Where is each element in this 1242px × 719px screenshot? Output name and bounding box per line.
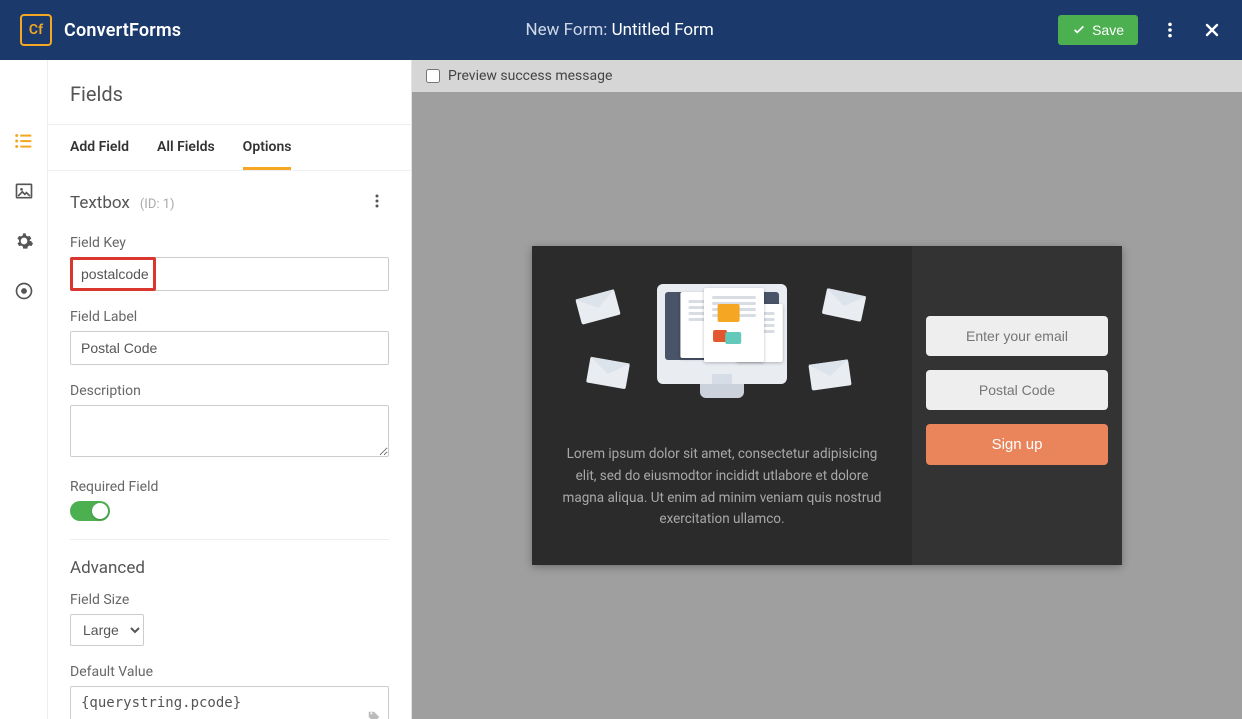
hero-illustration	[558, 274, 886, 424]
app-header: Cf ConvertForms New Form: Untitled Form …	[0, 0, 1242, 60]
sidebar-panel: Fields Add Field All Fields Options Text…	[48, 60, 412, 719]
main-layout: Fields Add Field All Fields Options Text…	[0, 60, 1242, 719]
panel-title: Fields	[48, 60, 411, 125]
close-icon[interactable]	[1202, 20, 1222, 40]
preview-email-input[interactable]	[926, 316, 1108, 356]
lorem-text: Lorem ipsum dolor sit amet, consectetur …	[558, 444, 886, 530]
advanced-section-title: Advanced	[70, 558, 389, 578]
kebab-menu-icon[interactable]	[1160, 20, 1180, 40]
card-right: Sign up	[912, 246, 1122, 564]
canvas-toolbar: Preview success message	[412, 60, 1242, 92]
block-menu-icon[interactable]	[365, 189, 389, 217]
canvas: Preview success message	[412, 60, 1242, 719]
envelope-icon	[822, 288, 867, 322]
preview-success-label: Preview success message	[448, 68, 612, 84]
field-size-label: Field Size	[70, 592, 389, 608]
nav-rail	[0, 60, 48, 719]
form-preview-card: Lorem ipsum dolor sit amet, consectetur …	[532, 246, 1122, 564]
tag-icon[interactable]	[367, 710, 381, 719]
envelope-icon	[808, 360, 851, 391]
field-label-label: Field Label	[70, 309, 389, 325]
field-key-input[interactable]	[70, 257, 389, 291]
rail-settings-icon[interactable]	[13, 230, 35, 252]
check-icon	[1072, 23, 1086, 37]
rail-submit-icon[interactable]	[13, 280, 35, 302]
field-size-select[interactable]: Large	[70, 614, 144, 646]
document-icon	[704, 288, 764, 362]
envelope-icon	[586, 357, 630, 390]
description-label: Description	[70, 383, 389, 399]
preview-success-checkbox[interactable]	[426, 69, 440, 83]
tab-all-fields[interactable]: All Fields	[157, 125, 215, 170]
panel-tabs: Add Field All Fields Options	[48, 125, 411, 171]
brand: Cf ConvertForms	[20, 14, 181, 46]
canvas-stage: Lorem ipsum dolor sit amet, consectetur …	[412, 92, 1242, 719]
rail-fields-icon[interactable]	[13, 130, 35, 152]
tab-add-field[interactable]: Add Field	[70, 125, 129, 170]
rail-design-icon[interactable]	[13, 180, 35, 202]
brand-logo-icon: Cf	[20, 14, 52, 46]
swatch-icon	[725, 332, 741, 344]
title-prefix: New Form:	[526, 20, 608, 40]
default-value-input[interactable]: {querystring.pcode}	[70, 686, 389, 719]
swatch-icon	[718, 304, 740, 322]
tab-options[interactable]: Options	[243, 125, 292, 170]
block-title: Textbox (ID: 1)	[70, 193, 175, 213]
panel-body: Textbox (ID: 1) Field Key Field Label	[48, 171, 411, 719]
preview-signup-button[interactable]: Sign up	[926, 424, 1108, 465]
description-input[interactable]	[70, 405, 389, 457]
field-key-label: Field Key	[70, 235, 389, 251]
header-actions: Save	[1058, 15, 1222, 45]
preview-postal-input[interactable]	[926, 370, 1108, 410]
block-id: (ID: 1)	[140, 197, 175, 212]
envelope-icon	[575, 290, 620, 325]
block-title-text: Textbox	[70, 193, 130, 213]
field-label-input[interactable]	[70, 331, 389, 365]
brand-name: ConvertForms	[64, 20, 181, 41]
default-value-label: Default Value	[70, 664, 389, 680]
page-title: New Form: Untitled Form	[181, 20, 1058, 40]
form-name: Untitled Form	[612, 20, 714, 40]
required-toggle[interactable]	[70, 501, 110, 521]
save-button[interactable]: Save	[1058, 15, 1138, 45]
card-left: Lorem ipsum dolor sit amet, consectetur …	[532, 246, 912, 564]
required-label: Required Field	[70, 479, 389, 495]
save-button-label: Save	[1092, 22, 1124, 38]
